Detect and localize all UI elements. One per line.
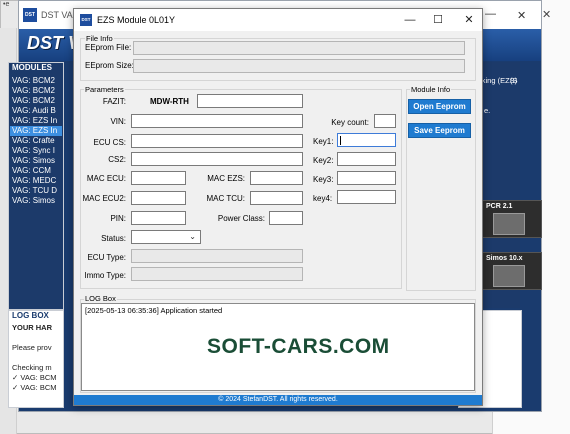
dst-log-line: ✓ VAG: BCM — [12, 383, 57, 392]
right-panel-text: (S — [510, 76, 518, 85]
fazit-prefix: MDW-RTH — [150, 97, 189, 106]
eeprom-file-label: EEprom File: — [85, 43, 132, 52]
module-list-item[interactable]: VAG: CCM — [10, 166, 62, 176]
chip-icon — [493, 213, 525, 235]
close-icon[interactable]: ✕ — [461, 13, 477, 27]
chevron-down-icon: ⌄ — [189, 232, 196, 241]
ecu-type-label: ECU Type: — [87, 253, 126, 262]
module-list-item[interactable]: VAG: Crafte — [10, 136, 62, 146]
ecu-type-field[interactable] — [131, 249, 303, 263]
key4-input[interactable] — [337, 190, 396, 204]
mac-ezs-input[interactable] — [250, 171, 303, 185]
dialog-titlebar: DST EZS Module 0L01Y — ☐ ✕ — [74, 9, 482, 31]
module-list-item[interactable]: VAG: TCU D — [10, 186, 62, 196]
open-eeprom-button[interactable]: Open Eeprom — [408, 99, 471, 114]
power-class-label: Power Class: — [217, 214, 265, 223]
footer-copyright: © 2024 StefanDST. All rights reserved. — [218, 396, 338, 403]
module-list-item[interactable]: VAG: BCM2 — [10, 86, 62, 96]
module-list-item[interactable]: VAG: Simos — [10, 196, 62, 206]
eeprom-size-field[interactable] — [133, 59, 465, 73]
dialog-footer: © 2024 StefanDST. All rights reserved. — [74, 395, 482, 405]
cs2-input[interactable] — [131, 152, 303, 166]
cs2-label: CS2: — [108, 155, 126, 164]
module-list-item[interactable]: VAG: Simos — [10, 156, 62, 166]
dst-log-line: ✓ VAG: BCM — [12, 373, 57, 382]
log-box-title: LOG Box — [84, 294, 117, 303]
save-eeprom-button[interactable]: Save Eeprom — [408, 123, 471, 138]
parameters-title: Parameters — [84, 85, 125, 94]
module-list-item[interactable]: VAG: BCM2 — [10, 96, 62, 106]
mac-tcu-label: MAC TCU: — [206, 194, 245, 203]
immo-type-field[interactable] — [131, 267, 303, 281]
mac-ecu-input[interactable] — [131, 171, 186, 185]
fazit-label: FAZIT: — [102, 97, 126, 106]
fazit-input[interactable] — [197, 94, 303, 108]
module-list-item[interactable]: VAG: EZS In — [10, 116, 62, 126]
module-info-title: Module Info — [410, 85, 452, 94]
dst-app-icon: DST — [23, 8, 37, 22]
modules-list: VAG: BCM2 VAG: BCM2 VAG: BCM2 VAG: Audi B VA… — [10, 76, 62, 206]
vin-input[interactable] — [131, 114, 303, 128]
file-info-title: File Info — [85, 34, 114, 43]
watermark: SOFT-CARS.COM — [207, 335, 390, 358]
key4-label: key4: — [313, 194, 333, 203]
dst-log-title: LOG BOX — [12, 311, 49, 320]
status-select[interactable]: ⌄ — [131, 230, 201, 244]
key2-input[interactable] — [337, 152, 396, 166]
minimize-icon[interactable]: — — [402, 13, 418, 27]
module-card-simos[interactable]: Simos 10.x — [482, 252, 542, 290]
mac-ezs-label: MAC EZS: — [207, 174, 245, 183]
close-icon[interactable]: ✕ — [542, 8, 551, 21]
ecu-cs-label: ECU CS: — [93, 138, 126, 147]
module-card-label: PCR 2.1 — [486, 203, 513, 210]
maximize-icon[interactable]: ☐ — [430, 13, 446, 27]
right-panel-text: e. — [484, 106, 491, 115]
pin-input[interactable] — [131, 211, 186, 225]
module-list-item[interactable]: VAG: Sync I — [10, 146, 62, 156]
dst-log-line: Please prov — [12, 343, 52, 352]
mac-ecu2-label: MAC ECU2: — [82, 194, 126, 203]
dst-log-line: Checking m — [12, 363, 52, 372]
eeprom-size-label: EEprom Size: — [85, 61, 134, 70]
chip-icon — [493, 265, 525, 287]
key3-label: Key3: — [313, 175, 334, 184]
status-label: Status: — [101, 234, 126, 243]
module-list-item[interactable]: VAG: MEDC — [10, 176, 62, 186]
immo-type-label: Immo Type: — [84, 271, 126, 280]
ecu-cs-input[interactable] — [131, 134, 303, 148]
key-count-label: Key count: — [331, 118, 369, 127]
log-line: [2025-05-13 06:35:36] Application starte… — [85, 306, 223, 315]
pin-label: PIN: — [110, 214, 126, 223]
vin-label: VIN: — [110, 117, 126, 126]
key3-input[interactable] — [337, 171, 396, 185]
modules-title: MODULES — [12, 63, 52, 72]
dialog-title: EZS Module 0L01Y — [97, 15, 176, 25]
key-count-input[interactable] — [374, 114, 396, 128]
mac-ecu2-input[interactable] — [131, 191, 186, 205]
background-window-tag: •e — [3, 1, 10, 8]
mac-ecu-label: MAC ECU: — [86, 174, 126, 183]
module-info-group — [406, 89, 476, 291]
key1-input[interactable] — [337, 133, 396, 147]
eeprom-file-field[interactable] — [133, 41, 465, 55]
close-icon[interactable]: ✕ — [517, 9, 526, 22]
dst-log-line: YOUR HAR — [12, 323, 53, 332]
module-list-item[interactable]: VAG: BCM2 — [10, 76, 62, 86]
module-card-label: Simos 10.x — [486, 255, 523, 262]
module-list-item[interactable]: VAG: Audi B — [10, 106, 62, 116]
mac-tcu-input[interactable] — [250, 191, 303, 205]
dst-log-box: LOG BOX YOUR HAR Please prov Checking m … — [8, 310, 64, 408]
module-list-item[interactable]: VAG: EZS In — [10, 126, 62, 136]
key1-label: Key1: — [313, 137, 334, 146]
power-class-input[interactable] — [269, 211, 303, 225]
key2-label: Key2: — [313, 156, 334, 165]
module-card-pcr[interactable]: PCR 2.1 — [482, 200, 542, 238]
text-caret — [340, 136, 341, 145]
dialog-app-icon: DST — [80, 14, 92, 26]
minimize-icon[interactable]: — — [485, 8, 496, 20]
